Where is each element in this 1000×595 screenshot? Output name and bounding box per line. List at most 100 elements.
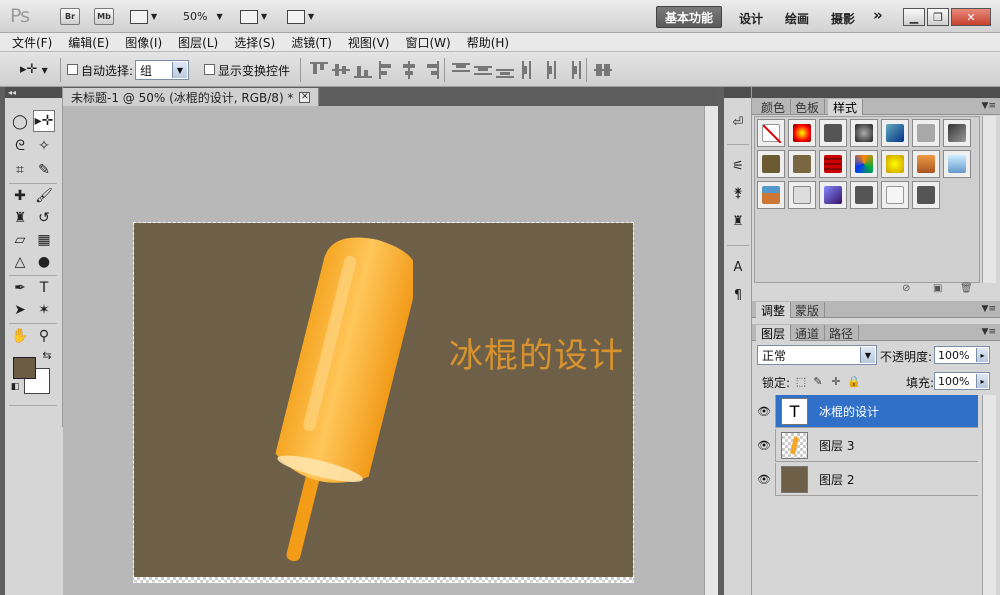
distribute-right-edges-icon[interactable] [564,61,582,79]
launch-mini-bridge-button[interactable]: Mb [94,8,114,25]
clear-style-icon[interactable]: ⊘ [902,283,910,294]
new-style-icon[interactable]: ▣ [933,283,942,294]
chevron-right-icon[interactable]: ▸ [976,374,988,388]
menu-filter[interactable]: 滤镜(T) [291,34,332,51]
menu-view[interactable]: 视图(V) [348,34,390,51]
style-swatch[interactable] [912,181,940,209]
more-workspaces-button[interactable]: » [873,6,883,24]
tab-masks[interactable]: 蒙版 [790,302,826,318]
panel-menu-icon[interactable]: ▼≡ [982,304,996,314]
lock-all-icon[interactable]: 🔒 [847,375,861,388]
distribute-left-edges-icon[interactable] [520,61,538,79]
style-swatch[interactable] [881,150,909,178]
canvas-title-text[interactable]: 冰棍的设计 [449,328,624,377]
layer-row[interactable]: 👁 图层 3 [752,429,978,462]
visibility-toggle[interactable]: 👁 [752,429,776,462]
lock-transparency-icon[interactable]: ⬚ [795,375,807,388]
style-none[interactable] [757,119,785,147]
trash-icon[interactable]: 🗑 [960,283,973,294]
path-selection-tool-icon[interactable]: ➤ [9,299,31,321]
tool-preset-picker[interactable]: ▸✛ ▼ [20,62,48,77]
style-swatch[interactable] [881,119,909,147]
workspace-painting-button[interactable]: 绘画 [785,10,809,27]
brush-tool-icon[interactable]: 🖌 [33,185,55,207]
paragraph-panel-icon[interactable]: ¶ [729,286,747,304]
elliptical-marquee-tool-icon[interactable]: ◯ [9,111,31,133]
menu-select[interactable]: 选择(S) [234,34,275,51]
layers-scrollbar[interactable] [982,395,996,595]
crop-tool-icon[interactable]: ⌗ [9,159,31,181]
layer-name[interactable]: 图层 2 [819,471,854,488]
menu-layer[interactable]: 图层(L) [178,34,218,51]
document-tab[interactable]: 未标题-1 @ 50% (冰棍的设计, RGB/8) * ✕ [63,88,320,106]
style-swatch[interactable] [943,119,971,147]
gradient-tool-icon[interactable]: ▦ [33,229,55,251]
style-swatch[interactable] [819,119,847,147]
clone-source-icon[interactable]: ♜ [729,212,747,230]
arrange-documents-menu[interactable]: ▼ [240,8,267,25]
foreground-color-swatch[interactable] [13,357,36,379]
tab-layers[interactable]: 图层 [756,325,792,341]
lasso-tool-icon[interactable]: ᘓ [9,135,31,157]
lock-position-icon[interactable]: ✛ [830,375,842,388]
menu-window[interactable]: 窗口(W) [405,34,450,51]
close-button[interactable]: ✕ [951,8,991,26]
distribute-bottom-edges-icon[interactable] [496,61,514,79]
type-tool-icon[interactable]: T [33,277,55,299]
layer-row[interactable]: 👁 T 冰棍的设计 [752,395,978,428]
tab-swatches[interactable]: 色板 [790,99,826,115]
align-left-edges-icon[interactable] [378,61,396,79]
visibility-toggle[interactable]: 👁 [752,395,776,428]
swap-colors-icon[interactable]: ⇆ [40,348,54,362]
auto-select-checkbox[interactable] [67,64,78,75]
distribute-horizontal-centers-icon[interactable] [542,61,560,79]
style-swatch[interactable] [757,150,785,178]
tab-color[interactable]: 颜色 [756,99,792,115]
tab-styles[interactable]: 样式 [828,99,864,115]
align-horizontal-centers-icon[interactable] [400,61,418,79]
view-extras-menu[interactable]: ▼ [130,8,157,25]
auto-align-layers-icon[interactable] [594,61,612,79]
menu-edit[interactable]: 编辑(E) [68,34,109,51]
menu-file[interactable]: 文件(F) [12,34,52,51]
hand-tool-icon[interactable]: ✋ [9,325,31,347]
document-vertical-scrollbar[interactable] [704,106,718,595]
move-tool-icon[interactable]: ▸✛ [33,110,55,132]
style-swatch[interactable] [850,150,878,178]
style-swatch[interactable] [943,150,971,178]
tab-paths[interactable]: 路径 [824,325,860,341]
style-swatch[interactable] [912,150,940,178]
panel-menu-icon[interactable]: ▼≡ [982,327,996,337]
zoom-tool-icon[interactable]: ⚲ [33,325,55,347]
custom-shape-tool-icon[interactable]: ✶ [33,299,55,321]
history-brush-tool-icon[interactable]: ↺ [33,207,55,229]
lock-image-pixels-icon[interactable]: ✎ [812,375,824,388]
visibility-toggle[interactable]: 👁 [752,463,776,496]
default-colors-icon[interactable]: ◧ [9,381,21,393]
brush-presets-icon[interactable]: ⚟ [729,157,747,175]
menu-help[interactable]: 帮助(H) [467,34,509,51]
style-swatch[interactable] [757,181,785,209]
show-transform-checkbox[interactable] [204,64,215,75]
workspace-essentials-button[interactable]: 基本功能 [656,6,722,28]
tab-adjustments[interactable]: 调整 [756,302,792,318]
styles-scrollbar[interactable] [982,116,996,283]
distribute-vertical-centers-icon[interactable] [474,61,492,79]
dodge-tool-icon[interactable]: ● [33,251,55,273]
style-swatch[interactable] [819,150,847,178]
chevron-right-icon[interactable]: ▸ [976,348,988,362]
style-swatch[interactable] [788,150,816,178]
blur-tool-icon[interactable]: △ [9,251,31,273]
opacity-field[interactable]: 100% ▸ [934,346,990,364]
layer-row[interactable]: 👁 图层 2 [752,463,978,496]
style-swatch[interactable] [881,181,909,209]
menu-image[interactable]: 图像(I) [125,34,162,51]
style-swatch[interactable] [912,119,940,147]
restore-button[interactable]: ❐ [927,8,949,26]
align-bottom-edges-icon[interactable] [354,61,372,79]
brushes-panel-icon[interactable]: ⚵ [729,184,747,202]
launch-bridge-button[interactable]: Br [60,8,80,25]
align-right-edges-icon[interactable] [422,61,440,79]
minimize-button[interactable]: ▁ [903,8,925,26]
style-swatch[interactable] [788,119,816,147]
